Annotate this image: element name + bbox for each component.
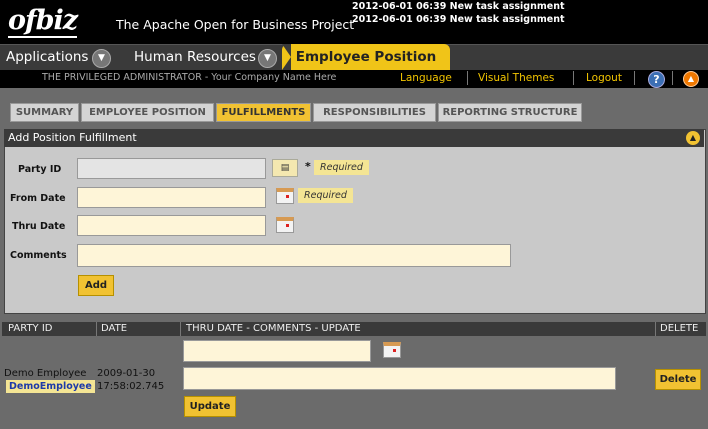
row-thru-date-input[interactable] <box>183 340 371 362</box>
party-id-label: Party ID <box>18 164 62 175</box>
divider <box>655 322 656 336</box>
help-icon[interactable]: ? <box>648 71 665 88</box>
notifications: 2012-06-01 06:39 New task assignment 201… <box>352 0 565 26</box>
chevron-down-icon[interactable]: ▼ <box>92 49 111 68</box>
tab-summary[interactable]: SUMMARY <box>10 103 79 122</box>
comments-label: Comments <box>10 250 67 261</box>
party-lookup-icon[interactable]: ▤ <box>272 159 298 177</box>
current-app-tab[interactable]: Employee Position <box>282 44 450 70</box>
applications-menu[interactable]: Applications <box>6 44 88 70</box>
thru-date-input[interactable] <box>77 215 266 236</box>
tab-employee-position[interactable]: EMPLOYEE POSITION <box>81 103 214 122</box>
delete-button[interactable]: Delete <box>655 369 701 390</box>
column-header-date: DATE <box>101 323 128 334</box>
divider <box>180 322 181 336</box>
language-link[interactable]: Language <box>400 72 452 84</box>
add-button[interactable]: Add <box>78 275 114 296</box>
notification-item[interactable]: 2012-06-01 06:39 New task assignment <box>352 0 565 13</box>
required-label: Required <box>298 188 353 203</box>
divider <box>467 71 468 85</box>
tab-fulfillments[interactable]: FULFILLMENTS <box>216 103 311 122</box>
party-id-input[interactable] <box>77 158 266 179</box>
user-info: THE PRIVILEGED ADMINISTRATOR - Your Comp… <box>42 72 337 83</box>
required-label: Required <box>314 160 369 175</box>
visual-themes-link[interactable]: Visual Themes <box>478 72 554 84</box>
tab-reporting-structure[interactable]: REPORTING STRUCTURE <box>438 103 582 122</box>
row-date-line1: 2009-01-30 <box>97 368 156 379</box>
panel-title: Add Position Fulfillment <box>8 131 137 144</box>
column-header-delete: DELETE <box>660 323 699 334</box>
collapse-icon[interactable]: ▲ <box>686 131 700 145</box>
divider <box>672 71 673 85</box>
row-comments-input[interactable] <box>183 367 616 390</box>
chevron-down-icon[interactable]: ▼ <box>258 49 277 68</box>
divider <box>573 71 574 85</box>
compact-header-icon[interactable]: ▲ <box>683 71 699 87</box>
tagline: The Apache Open for Business Project <box>116 17 355 32</box>
tab-arrow <box>282 44 291 70</box>
column-header-party-id: PARTY ID <box>8 323 53 334</box>
from-date-input[interactable] <box>77 187 266 208</box>
party-link[interactable]: DemoEmployee <box>6 380 95 393</box>
logout-link[interactable]: Logout <box>586 72 622 84</box>
divider <box>96 322 97 336</box>
tab-responsibilities[interactable]: RESPONSIBILITIES <box>313 103 436 122</box>
comments-input[interactable] <box>77 244 511 267</box>
divider <box>634 71 635 85</box>
update-button[interactable]: Update <box>184 396 236 417</box>
human-resources-menu[interactable]: Human Resources <box>134 44 256 70</box>
calendar-icon[interactable] <box>276 217 294 233</box>
calendar-icon[interactable] <box>383 342 401 358</box>
row-date-line2: 17:58:02.745 <box>97 381 165 392</box>
from-date-label: From Date <box>10 193 66 204</box>
calendar-icon[interactable] <box>276 188 294 204</box>
party-name: Demo Employee <box>4 368 87 379</box>
thru-date-label: Thru Date <box>12 221 66 232</box>
notification-item[interactable]: 2012-06-01 06:39 New task assignment <box>352 13 565 26</box>
ofbiz-logo[interactable]: ofbiz <box>8 4 104 38</box>
column-header-thru-date: THRU DATE - COMMENTS - UPDATE <box>186 323 361 334</box>
panel-header: Add Position Fulfillment <box>4 129 704 147</box>
required-marker: * <box>305 160 311 173</box>
